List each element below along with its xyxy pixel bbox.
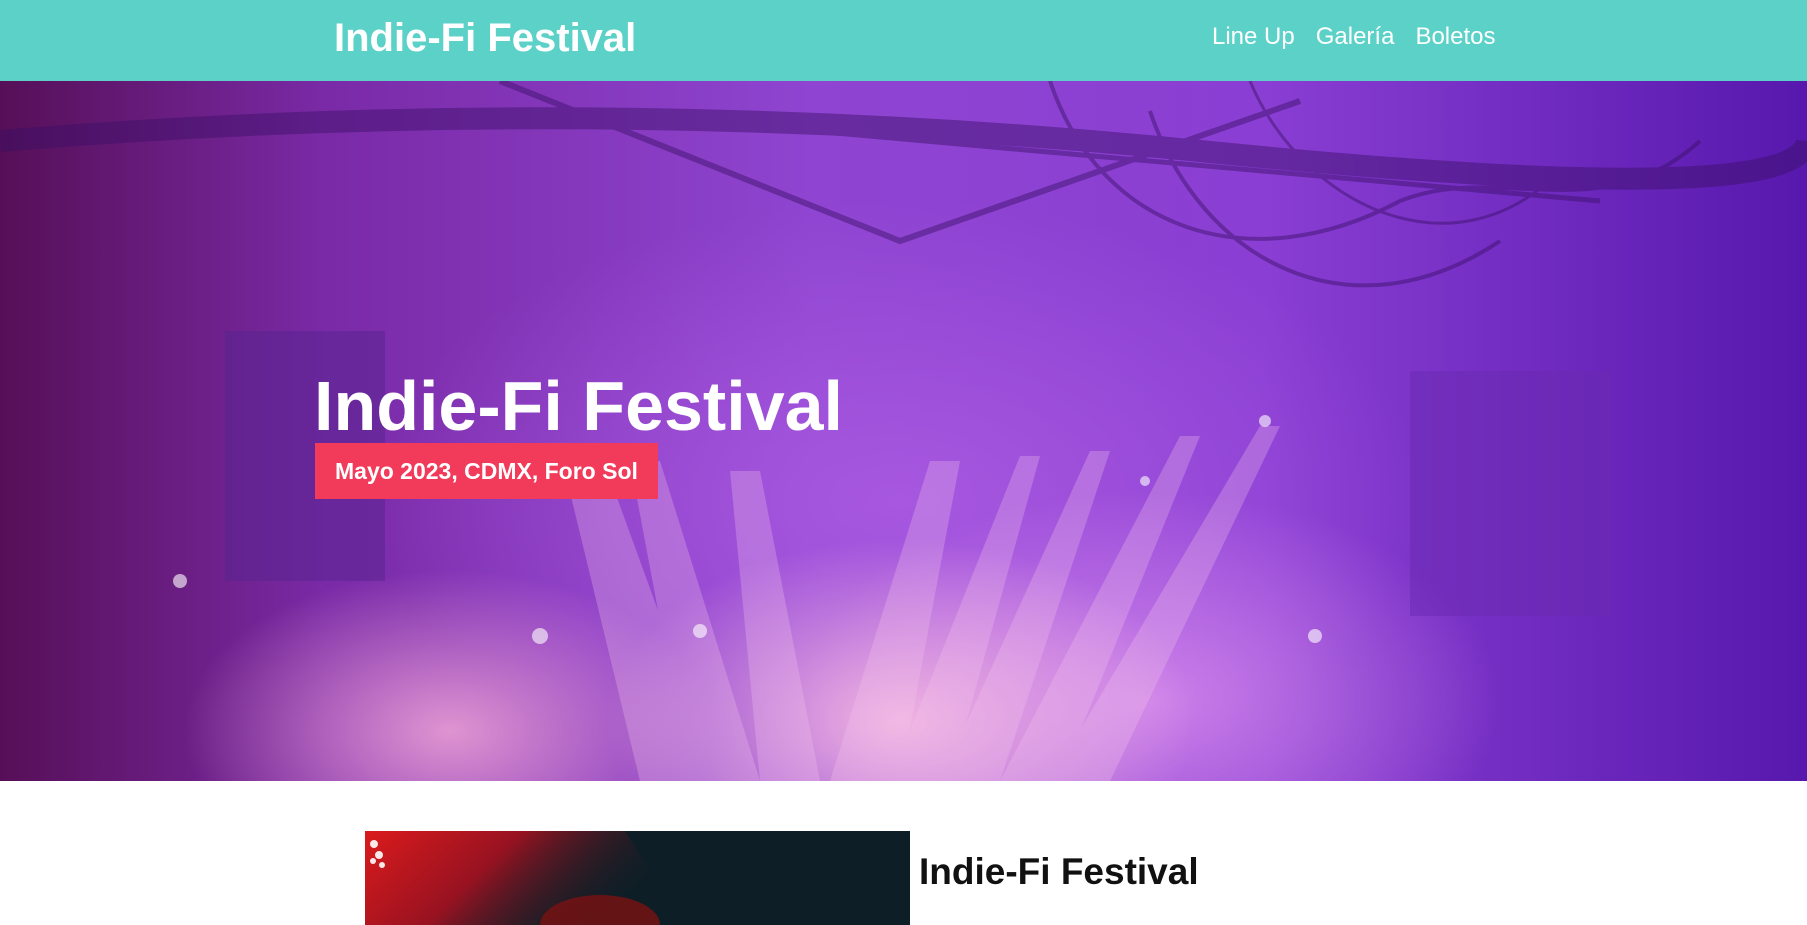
- hero-section: Indie-Fi Festival Mayo 2023, CDMX, Foro …: [0, 81, 1807, 781]
- hero-title: Indie-Fi Festival: [314, 367, 843, 445]
- concert-photo-image: [365, 831, 910, 925]
- stage-rigging: [0, 81, 1807, 288]
- section-title: Indie-Fi Festival: [919, 851, 1199, 892]
- site-logo[interactable]: Indie-Fi Festival: [334, 15, 636, 62]
- main-nav: Line Up Galería Boletos: [1212, 22, 1496, 52]
- hero-background-image: [0, 81, 1807, 781]
- right-speaker: [1410, 371, 1610, 616]
- nav-link-line-up[interactable]: Line Up: [1212, 22, 1295, 52]
- nav-link-boletos[interactable]: Boletos: [1415, 22, 1495, 52]
- site-header: Indie-Fi Festival Line Up Galería Boleto…: [0, 0, 1807, 81]
- stage-light-beams: [560, 426, 1280, 781]
- concert-photo: [365, 831, 910, 925]
- hero-event-info-badge: Mayo 2023, CDMX, Foro Sol: [315, 443, 658, 499]
- nav-link-galeria[interactable]: Galería: [1316, 22, 1395, 52]
